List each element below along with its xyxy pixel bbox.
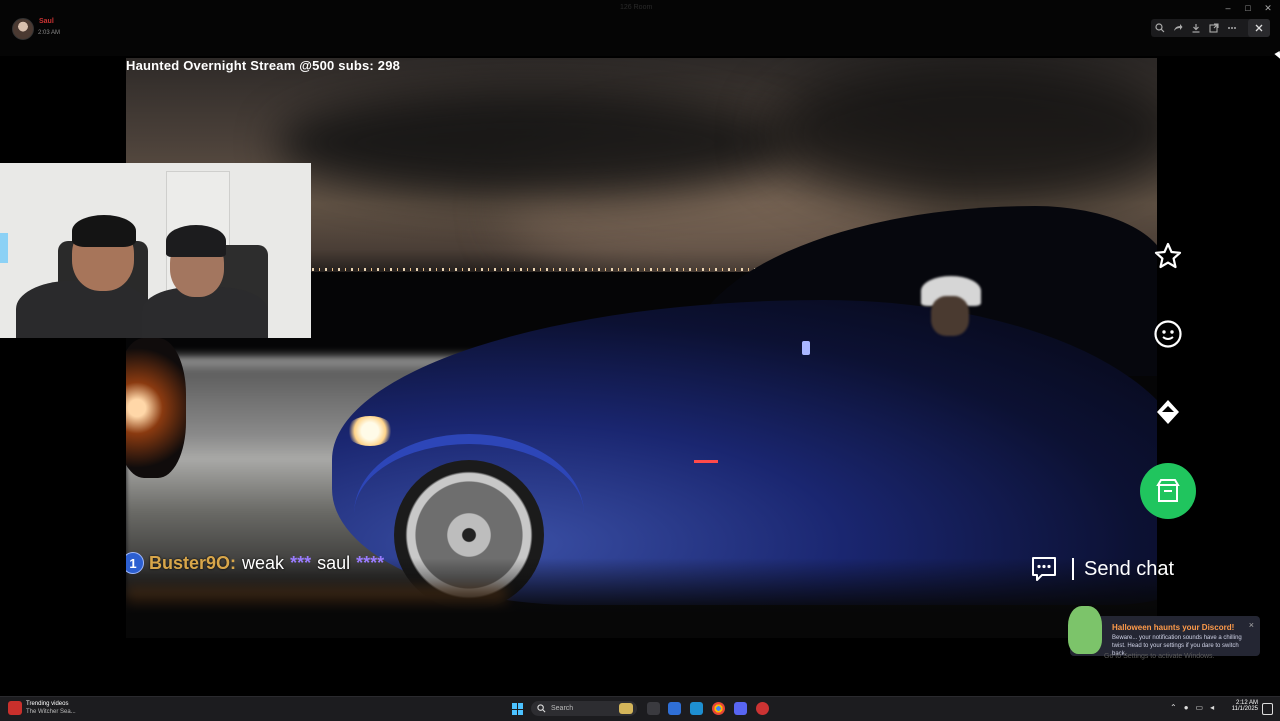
close-viewer-button[interactable] xyxy=(1248,19,1270,37)
headlight xyxy=(346,416,394,446)
tail-light xyxy=(126,338,186,478)
microphone-icon[interactable]: ● xyxy=(1184,703,1189,712)
share-icon[interactable] xyxy=(1169,19,1187,37)
chat-separator: : xyxy=(230,552,237,573)
volume-icon[interactable]: ◂ xyxy=(1210,703,1214,712)
window-title: 126 Room xyxy=(620,4,653,11)
chat-censored: **** xyxy=(356,552,385,573)
stream-video[interactable]: Haunted Overnight Stream @500 subs: 298 … xyxy=(126,58,1157,638)
star-icon xyxy=(1154,242,1182,269)
send-chat-label: Send chat xyxy=(1084,557,1175,580)
window-close-button[interactable]: ✕ xyxy=(1262,3,1274,13)
shop-button[interactable] xyxy=(1140,463,1196,519)
discord-icon[interactable] xyxy=(734,702,747,715)
search-highlight-icon xyxy=(619,703,633,714)
webcam-overlay xyxy=(0,163,311,338)
user-name[interactable]: Saul xyxy=(39,18,54,25)
chrome-icon[interactable] xyxy=(712,702,725,715)
widget-subtitle: The Witcher Sea... xyxy=(26,709,76,715)
close-icon xyxy=(1255,24,1263,32)
activation-watermark: Go to Settings to activate Windows. xyxy=(1104,653,1215,660)
notification-icon[interactable] xyxy=(1262,703,1273,715)
favorite-button[interactable] xyxy=(1140,228,1196,284)
stream-title: Haunted Overnight Stream @500 subs: 298 xyxy=(126,58,401,73)
chat-text: saul xyxy=(317,552,351,573)
taskbar-search[interactable]: Search xyxy=(531,701,637,716)
user-avatar[interactable] xyxy=(12,18,34,40)
news-widget[interactable]: Trending videos The Witcher Sea... xyxy=(8,700,76,716)
gem-button[interactable] xyxy=(1140,384,1196,440)
mascot-icon xyxy=(1068,606,1102,654)
zoom-icon[interactable] xyxy=(1151,19,1169,37)
trending-icon xyxy=(8,701,22,715)
more-icon[interactable] xyxy=(1223,19,1241,37)
search-placeholder: Search xyxy=(551,705,574,712)
viewer-header: Saul 2:03 AM 126 Room – □ ✕ xyxy=(0,0,1280,56)
discord-notification[interactable]: Halloween haunts your Discord! Beware...… xyxy=(1068,606,1260,657)
red-light xyxy=(694,460,718,463)
person-hair xyxy=(72,215,136,247)
divider xyxy=(1072,558,1074,580)
maximize-button[interactable]: □ xyxy=(1242,3,1254,13)
smiley-icon xyxy=(1154,320,1182,348)
clock-date: 11/1/2025 xyxy=(1231,706,1258,712)
task-view-icon[interactable] xyxy=(647,702,660,715)
network-icon[interactable]: ▭ xyxy=(1196,703,1204,712)
toast-title: Halloween haunts your Discord! xyxy=(1112,623,1235,632)
chat-censored: *** xyxy=(290,552,312,573)
send-chat-button[interactable]: Send chat xyxy=(1030,552,1174,586)
clock[interactable]: 2:12 AM 11/1/2025 xyxy=(1228,700,1258,712)
post-time: 2:03 AM xyxy=(38,30,61,36)
minimize-button[interactable]: – xyxy=(1222,3,1234,13)
diamond-icon xyxy=(1157,400,1179,424)
chat-badge: 1 xyxy=(126,552,144,574)
person-body xyxy=(16,281,150,338)
background-light xyxy=(0,233,8,263)
media-toolbar xyxy=(1151,19,1270,37)
driver xyxy=(931,296,969,336)
taskbar: Trending videos The Witcher Sea... Searc… xyxy=(0,696,1280,721)
window-controls: – □ ✕ xyxy=(1222,3,1274,13)
open-external-icon[interactable] xyxy=(1205,19,1223,37)
mouse-cursor xyxy=(1274,51,1280,61)
file-explorer-icon[interactable] xyxy=(668,702,681,715)
chat-username: Buster9O xyxy=(149,552,231,573)
smoke-cloud xyxy=(276,88,796,198)
system-tray: ⌃ ● ▭ ◂ xyxy=(1170,703,1214,712)
chat-text: weak xyxy=(242,552,285,573)
app-icon[interactable] xyxy=(756,702,769,715)
download-icon[interactable] xyxy=(1187,19,1205,37)
start-button[interactable] xyxy=(512,703,524,715)
toast-close-button[interactable]: × xyxy=(1249,620,1254,630)
widget-title: Trending videos xyxy=(26,701,69,707)
chat-bubble-icon xyxy=(1032,557,1056,581)
person-cap xyxy=(166,225,226,257)
mirror-light xyxy=(802,341,810,355)
search-icon xyxy=(537,704,546,713)
emote-button[interactable] xyxy=(1140,306,1196,362)
chat-message: 1 Buster9O: weak *** saul **** xyxy=(126,552,390,574)
tray-expand-icon[interactable]: ⌃ xyxy=(1170,703,1177,712)
store-icon xyxy=(1156,479,1180,502)
edge-icon[interactable] xyxy=(690,702,703,715)
